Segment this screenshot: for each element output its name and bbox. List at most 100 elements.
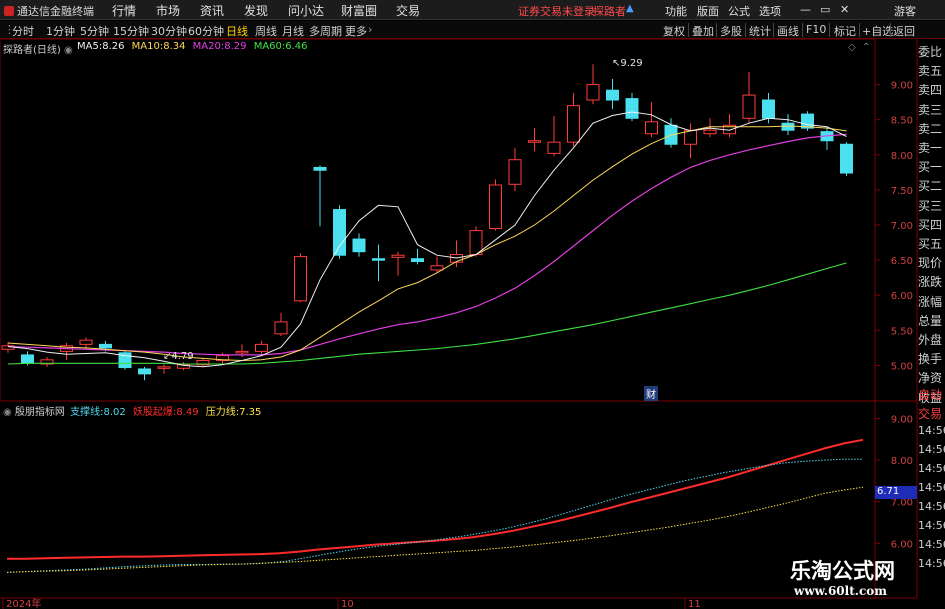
expand-icon[interactable]: ⌃ — [862, 42, 870, 53]
chart-canvas[interactable]: 5.00 5.50 6.00 6.50 7.00 7.50 8.00 8.50 9.00 6.0… — [0, 0, 945, 609]
ma20-line — [7, 133, 847, 356]
quote-panel-item[interactable]: 委比 — [918, 43, 945, 60]
ma-lines-group — [7, 111, 847, 368]
candle-body — [411, 258, 424, 263]
quote-panel-item[interactable]: 买三 — [918, 197, 945, 214]
quote-panel-item[interactable]: 涨跌 — [918, 273, 945, 290]
candle-body — [333, 209, 346, 256]
ma10-value: 8.34 — [163, 41, 186, 52]
y-tick-label: 5.50 — [891, 326, 913, 337]
candle-body — [703, 129, 717, 135]
indicator-lines-group — [6, 438, 864, 573]
candle-body — [352, 238, 366, 253]
ma20-label: MA20: — [192, 41, 225, 52]
breakout-value: 8.49 — [176, 407, 199, 418]
chart-options-icon[interactable]: ◇ — [848, 42, 856, 53]
candle-body — [391, 254, 405, 258]
x-tick-label: 10 — [341, 599, 354, 609]
candle-body — [742, 94, 756, 119]
quote-panel-item[interactable]: 涨幅 — [918, 293, 945, 310]
main-chart-frame — [0, 38, 876, 402]
candle-body — [255, 343, 268, 352]
quote-panel-item[interactable]: 卖三 — [918, 101, 945, 118]
finance-event-badge[interactable]: 财 — [644, 386, 658, 401]
high-price-marker: ↖9.29 — [612, 58, 643, 69]
low-price-marker: ↙4.79 — [163, 351, 194, 362]
auto-trade-label[interactable]: 交易 — [918, 405, 945, 422]
indicator-collapse-icon[interactable]: ◉ — [3, 407, 12, 418]
candle-body — [606, 89, 619, 101]
candle-body — [508, 159, 522, 185]
candle-body — [645, 121, 658, 135]
candle-body — [684, 129, 697, 145]
quote-panel-item[interactable]: 现价 — [918, 254, 945, 271]
quote-panel-item[interactable]: 卖二 — [918, 120, 945, 137]
ma5-label: MA5: — [77, 41, 103, 52]
indicator-y-tick-label: 9.00 — [891, 415, 913, 426]
candle-body — [801, 113, 814, 129]
ma5-line — [7, 111, 847, 368]
ma10-label: MA10: — [131, 41, 164, 52]
candle-body — [489, 184, 502, 230]
candle-body — [372, 258, 385, 261]
quote-panel-item[interactable]: 卖四 — [918, 81, 945, 98]
quote-panel-item[interactable]: 卖五 — [918, 62, 945, 79]
quote-panel-item[interactable]: 外盘 — [918, 331, 945, 348]
breakout-label: 妖股起爆: — [132, 407, 177, 418]
candle-body — [157, 366, 171, 369]
candle-body — [528, 140, 541, 143]
candle-body — [586, 84, 600, 101]
collapse-icon[interactable]: ◉ — [64, 45, 73, 56]
support-label: 支撑线: — [70, 407, 104, 418]
candle-body — [99, 343, 112, 349]
ma60-label: MA60: — [253, 41, 286, 52]
ma60-value: 6.46 — [285, 41, 308, 52]
current-indicator-value: 6.71 — [875, 486, 917, 499]
quote-panel-item[interactable]: 卖一 — [918, 139, 945, 156]
breakout-line — [7, 438, 864, 560]
candle-body — [781, 122, 795, 131]
indicator-y-tick-label: 6.00 — [891, 539, 913, 550]
candle-body — [21, 354, 34, 364]
pressure-line — [6, 486, 864, 573]
quote-panel-item[interactable]: 换手 — [918, 350, 945, 367]
y-tick-label: 6.00 — [891, 291, 913, 302]
y-tick-label: 6.50 — [891, 256, 913, 267]
candle-body — [430, 265, 444, 271]
tick-time-item: 14:56 — [918, 557, 945, 570]
candle-body — [294, 256, 307, 302]
candle-body — [762, 99, 775, 119]
ma10-line — [7, 125, 847, 362]
quote-panel-item[interactable]: 买二 — [918, 177, 945, 194]
y-tick-label: 8.00 — [891, 151, 913, 162]
tick-time-item: 14:56 — [918, 519, 945, 532]
tick-time-item: 14:56 — [918, 443, 945, 456]
quote-panel-item[interactable]: 买一 — [918, 158, 945, 175]
support-value: 8.02 — [103, 407, 126, 418]
low-price-label: 4.79 — [171, 351, 194, 362]
y-tick-label: 9.00 — [891, 81, 913, 92]
tick-time-item: 14:56 — [918, 462, 945, 475]
candle-body — [138, 368, 151, 375]
y-tick-label: 5.00 — [891, 361, 913, 372]
chart-title-text: 探路者(日线) — [3, 45, 61, 56]
y-tick-label: 7.00 — [891, 221, 913, 232]
quote-panel-item[interactable]: 总量 — [918, 312, 945, 329]
chart-title: 探路者(日线) ◉ — [3, 41, 73, 56]
candle-body — [567, 105, 580, 143]
auto-trade-label[interactable]: 自动 — [918, 386, 945, 403]
quote-panel-item[interactable]: 买五 — [918, 235, 945, 252]
tick-time-item: 14:56 — [918, 500, 945, 513]
x-axis: 2024年 10 11 — [2, 597, 701, 609]
ma-legend: MA5:8.26 MA10:8.34 MA20:8.29 MA60:6.46 — [77, 41, 308, 52]
indicator-title: 殷朋指标网 — [14, 407, 65, 418]
candle-body — [625, 98, 639, 119]
quote-panel-item[interactable]: 净资 — [918, 369, 945, 386]
candle-body — [79, 339, 93, 345]
indicator-y-tick-label: 7.00 — [891, 498, 913, 509]
tick-time-item: 14:56 — [918, 538, 945, 551]
watermark-title: 乐淘公式网 — [790, 558, 895, 583]
high-price-label: 9.29 — [620, 58, 643, 69]
pressure-label: 压力线: — [205, 407, 240, 418]
quote-panel-item[interactable]: 买四 — [918, 216, 945, 233]
